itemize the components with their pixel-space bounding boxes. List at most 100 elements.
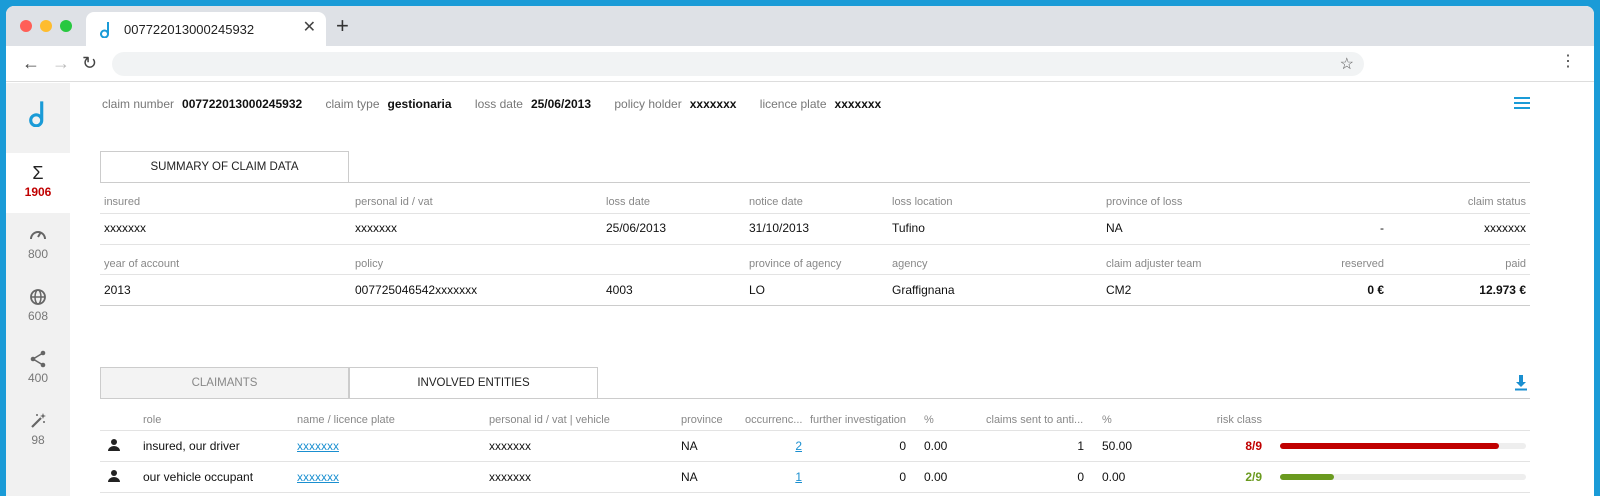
divider [100,398,1530,399]
pct-cell: 0.00 [924,470,948,484]
bookmark-star-icon[interactable]: ☆ [1340,54,1354,74]
claim-number: 007722013000245932 [182,97,303,111]
field-value: 0 € [1367,283,1384,297]
sidebar-item-share[interactable]: 400 [6,349,70,385]
field-value: xxxxxxx [104,221,146,235]
tab-bar: 007722013000245932 ✕ + [6,6,1594,46]
field-label: agency [892,258,928,270]
minimize-window-button[interactable] [40,20,52,32]
close-window-button[interactable] [20,20,32,32]
field-value: 12.973 € [1479,283,1526,297]
risk-bar [1280,443,1526,449]
policy-holder-label: policy holder [614,97,682,111]
browser-tab[interactable]: 007722013000245932 ✕ [86,12,326,46]
loss-date-label: loss date [474,97,523,111]
sidebar-item-speedometer[interactable]: 800 [6,225,70,261]
field-value: NA [1106,221,1123,235]
field-value: 25/06/2013 [606,221,667,235]
field-label: insured [104,196,141,208]
pct-cell: 50.00 [1102,439,1133,453]
sidebar-item-magic[interactable]: 98 [6,411,70,447]
further-cell: 0 [899,470,906,484]
forward-icon[interactable]: → [52,54,70,72]
field-value: Graffignana [892,283,955,297]
tab-title: 007722013000245932 [124,22,255,37]
sidebar-count: 98 [31,433,45,447]
licence-plate: xxxxxxx [834,97,882,111]
sidebar-count: 800 [27,247,49,261]
download-icon[interactable] [1514,375,1528,391]
sidebar-item-summary[interactable]: Σ 1906 [6,153,70,213]
divider [100,244,1530,245]
app-logo-icon [100,22,110,38]
divider [100,213,1530,214]
person-icon [108,439,120,451]
id-cell: xxxxxxx [489,439,531,453]
column-header: claims sent to anti... [986,414,1084,426]
magic-wand-icon [31,413,46,428]
entities-tabs: CLAIMANTS INVOLVED ENTITIES [100,367,1530,399]
claim-type: gestionaria [387,97,452,111]
browser-menu-icon[interactable]: ⋮ [1560,54,1576,70]
globe-icon [30,289,46,305]
field-label: personal id / vat [355,196,433,208]
risk-bar-fill [1280,443,1499,449]
column-header: % [924,414,934,426]
column-header: % [1102,414,1112,426]
field-value: 2013 [104,283,131,297]
risk-bar-fill [1280,474,1335,480]
risk-class-cell: 8/9 [1245,439,1262,453]
field-label: claim status [1467,196,1526,208]
close-tab-icon[interactable]: ✕ [303,20,316,36]
name-link[interactable]: xxxxxxx [297,439,339,453]
field-label: notice date [749,196,803,208]
column-header: further investigation [810,414,906,426]
role-cell: our vehicle occupant [143,470,254,484]
back-icon[interactable]: ← [22,54,40,72]
risk-class-cell: 2/9 [1245,470,1262,484]
name-link[interactable]: xxxxxxx [297,470,339,484]
licence-plate-label: licence plate [759,97,827,111]
column-header: personal id / vat | vehicle [489,414,610,426]
field-label: reserved [1341,258,1384,270]
tab-claimants[interactable]: CLAIMANTS [100,367,349,399]
reload-icon[interactable]: ↻ [82,54,97,72]
id-cell: xxxxxxx [489,470,531,484]
field-label: province of loss [1106,196,1183,208]
field-value: 4003 [606,283,633,297]
tab-summary[interactable]: SUMMARY OF CLAIM DATA [100,151,349,183]
divider [100,492,1530,493]
occurrences-link[interactable]: 1 [795,470,802,484]
field-value: xxxxxxx [1484,221,1526,235]
field-label: claim adjuster team [1106,258,1202,270]
sidebar-count: 400 [27,371,49,385]
sent-cell: 0 [1077,470,1084,484]
claim-header: claim number 007722013000245932 claim typ… [102,97,901,111]
divider [100,274,1530,275]
address-bar[interactable]: ☆ [112,52,1364,76]
field-value: - [1380,221,1384,235]
sidebar-count: 608 [27,309,49,323]
app-logo-icon[interactable] [26,101,48,127]
occurrences-link[interactable]: 2 [795,439,802,453]
speedometer-icon [30,231,46,240]
maximize-window-button[interactable] [60,20,72,32]
field-label: year of account [104,258,180,270]
field-value: Tufino [892,221,925,235]
field-value: xxxxxxx [355,221,397,235]
further-cell: 0 [899,439,906,453]
divider [100,182,1530,183]
new-tab-button[interactable]: + [336,15,349,37]
browser-window: 007722013000245932 ✕ + ← → ↻ ☆ ⋮ Σ 1906 … [6,6,1594,496]
field-label: paid [1505,258,1526,270]
tab-involved-entities[interactable]: INVOLVED ENTITIES [349,367,598,399]
column-header: province [681,414,723,426]
sidebar: Σ 1906 800 608 400 98 [6,83,70,496]
hamburger-menu-icon[interactable] [1514,97,1530,109]
column-header: risk class [1216,414,1262,426]
field-label: loss date [606,196,651,208]
sidebar-item-globe[interactable]: 608 [6,287,70,323]
person-icon [108,470,120,482]
field-value: 31/10/2013 [749,221,810,235]
province-cell: NA [681,439,698,453]
